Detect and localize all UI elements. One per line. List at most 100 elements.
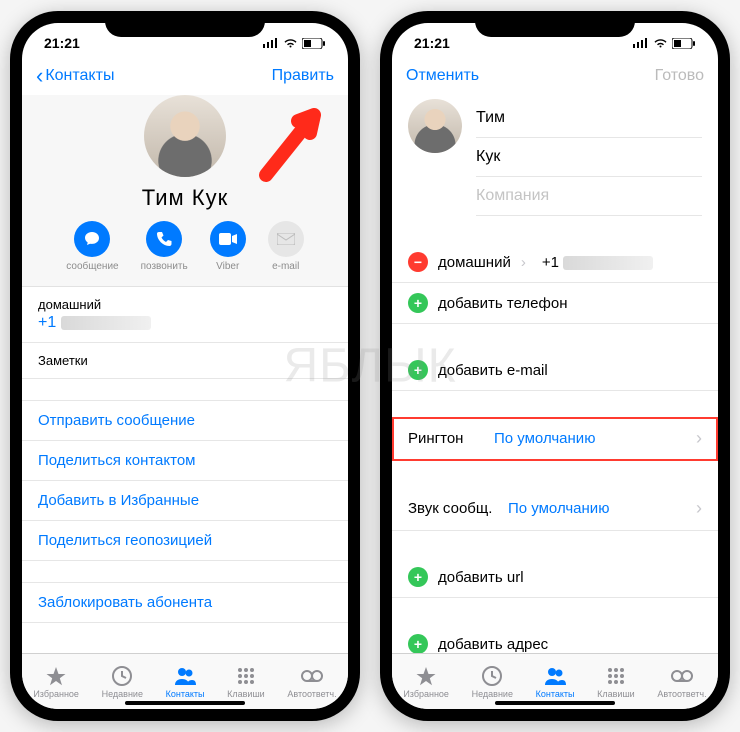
done-button[interactable]: Готово (655, 67, 704, 85)
edit-button[interactable]: Править (272, 67, 334, 85)
video-icon (210, 221, 246, 257)
signal-icon (633, 38, 649, 48)
wifi-icon (653, 38, 668, 49)
block-contact-link[interactable]: Заблокировать абонента (22, 583, 348, 623)
chevron-right-icon: › (696, 428, 702, 449)
separator (392, 598, 718, 624)
share-contact-link[interactable]: Поделиться контактом (22, 441, 348, 481)
phone-right: 21:21 Отменить Готово Тим Кук Компания (380, 11, 730, 721)
notes-cell[interactable]: Заметки (22, 343, 348, 379)
name-fields: Тим Кук Компания (476, 99, 702, 216)
tab-keypad[interactable]: Клавиши (227, 665, 265, 699)
add-favorite-link[interactable]: Добавить в Избранные (22, 481, 348, 521)
chevron-right-icon: › (696, 498, 702, 519)
status-time: 21:21 (44, 35, 80, 51)
notes-label: Заметки (38, 353, 332, 368)
add-address-label: добавить адрес (438, 636, 548, 653)
tab-contacts[interactable]: Контакты (536, 665, 575, 699)
add-phone-row[interactable]: + добавить телефон (392, 283, 718, 324)
add-icon: + (408, 293, 428, 313)
tab-recents[interactable]: Недавние (102, 665, 143, 699)
separator (22, 561, 348, 583)
chevron-left-icon: ‹ (36, 68, 43, 84)
status-icons (263, 38, 326, 49)
home-indicator[interactable] (495, 701, 615, 705)
separator (392, 324, 718, 350)
action-call[interactable]: позвонить (141, 221, 188, 272)
add-url-row[interactable]: + добавить url (392, 557, 718, 598)
add-icon: + (408, 634, 428, 653)
add-url-label: добавить url (438, 569, 524, 586)
text-tone-value: По умолчанию (508, 500, 696, 517)
status-time: 21:21 (414, 35, 450, 51)
text-tone-row[interactable]: Звук сообщ. По умолчанию › (392, 487, 718, 531)
phone-type-label: домашний (438, 254, 511, 271)
action-viber-label: Viber (216, 261, 239, 272)
send-message-link[interactable]: Отправить сообщение (22, 401, 348, 441)
action-email: e-mail (268, 221, 304, 272)
action-email-label: e-mail (272, 261, 299, 272)
avatar[interactable] (408, 99, 462, 153)
add-email-row[interactable]: + добавить e-mail (392, 350, 718, 391)
edit-header: Тим Кук Компания (392, 93, 718, 216)
phone-number: +1 (542, 254, 559, 271)
avatar[interactable] (144, 95, 226, 177)
screen-right: 21:21 Отменить Готово Тим Кук Компания (392, 23, 718, 709)
chevron-right-icon: › (521, 254, 526, 271)
tab-contacts[interactable]: Контакты (166, 665, 205, 699)
share-location-link[interactable]: Поделиться геопозицией (22, 521, 348, 561)
tab-voicemail[interactable]: Автоответч. (657, 665, 706, 699)
arrow-annotation (246, 95, 336, 190)
phone-label: домашний (38, 297, 332, 312)
first-name-field[interactable]: Тим (476, 99, 702, 138)
separator (392, 531, 718, 557)
signal-icon (263, 38, 279, 48)
message-icon (74, 221, 110, 257)
cancel-button[interactable]: Отменить (406, 67, 479, 85)
phone-row[interactable]: − домашний › +1 (392, 242, 718, 283)
wifi-icon (283, 38, 298, 49)
separator (392, 391, 718, 417)
tab-favorites[interactable]: Избранное (33, 665, 79, 699)
back-label: Контакты (45, 67, 114, 85)
phone-icon (146, 221, 182, 257)
notch (475, 11, 635, 37)
back-button[interactable]: ‹Контакты (36, 67, 114, 85)
add-icon: + (408, 360, 428, 380)
action-row: сообщение позвонить Viber e-mail (22, 221, 348, 272)
action-message[interactable]: сообщение (66, 221, 118, 272)
text-tone-label: Звук сообщ. (408, 500, 508, 517)
tab-recents[interactable]: Недавние (472, 665, 513, 699)
ringtone-value: По умолчанию (494, 430, 696, 447)
remove-icon[interactable]: − (408, 252, 428, 272)
last-name-field[interactable]: Кук (476, 138, 702, 177)
action-call-label: позвонить (141, 261, 188, 272)
navbar: Отменить Готово (392, 63, 718, 93)
company-field[interactable]: Компания (476, 177, 702, 216)
separator (22, 379, 348, 401)
phone-left: 21:21 ‹Контакты Править Тим Кук сообщени… (10, 11, 360, 721)
phone-cell[interactable]: домашний +1 (22, 287, 348, 343)
notch (105, 11, 265, 37)
tab-voicemail[interactable]: Автоответч. (287, 665, 336, 699)
action-message-label: сообщение (66, 261, 118, 272)
navbar: ‹Контакты Править (22, 63, 348, 93)
tab-favorites[interactable]: Избранное (403, 665, 449, 699)
add-email-label: добавить e-mail (438, 362, 548, 379)
phone-value: +1 (38, 314, 56, 331)
ringtone-row[interactable]: Рингтон По умолчанию › (392, 417, 718, 461)
add-icon: + (408, 567, 428, 587)
add-phone-label: добавить телефон (438, 295, 568, 312)
redacted (61, 316, 151, 330)
add-address-row[interactable]: + добавить адрес (392, 624, 718, 653)
ringtone-label: Рингтон (408, 430, 494, 447)
mail-icon (268, 221, 304, 257)
status-icons (633, 38, 696, 49)
content: Тим Кук Компания − домашний › +1 + добав… (392, 93, 718, 653)
tab-keypad[interactable]: Клавиши (597, 665, 635, 699)
action-viber[interactable]: Viber (210, 221, 246, 272)
battery-icon (302, 38, 326, 49)
redacted (563, 256, 653, 270)
home-indicator[interactable] (125, 701, 245, 705)
battery-icon (672, 38, 696, 49)
